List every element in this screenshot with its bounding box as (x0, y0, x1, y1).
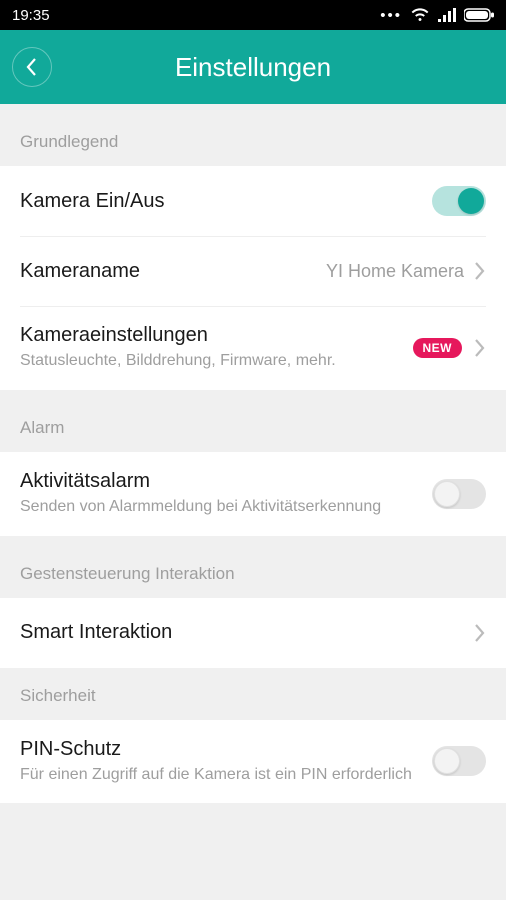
more-icon: ••• (380, 7, 402, 24)
app-header: Einstellungen (0, 30, 506, 104)
section-alarm: Aktivitätsalarm Senden von Alarmmeldung … (0, 452, 506, 536)
toggle-activity-alarm[interactable] (432, 479, 486, 509)
page-title: Einstellungen (0, 52, 506, 83)
content: Grundlegend Kamera Ein/Aus Kameraname YI… (0, 104, 506, 803)
row-sub: Statusleuchte, Bilddrehung, Firmware, me… (20, 351, 413, 372)
chevron-right-icon (474, 623, 486, 643)
chevron-right-icon (474, 261, 486, 281)
section-gesture: Smart Interaktion (0, 598, 506, 668)
chevron-right-icon (474, 338, 486, 358)
new-badge: NEW (413, 338, 463, 358)
row-title: Kameraname (20, 260, 326, 283)
row-smart-interaction[interactable]: Smart Interaktion (0, 598, 506, 668)
row-pin-protection[interactable]: PIN-Schutz Für einen Zugriff auf die Kam… (0, 720, 506, 804)
section-header-alarm: Alarm (0, 390, 506, 452)
toggle-camera-on-off[interactable] (432, 186, 486, 216)
battery-icon (464, 8, 494, 22)
chevron-left-icon (25, 57, 39, 77)
row-title: Smart Interaktion (20, 621, 474, 644)
section-security: PIN-Schutz Für einen Zugriff auf die Kam… (0, 720, 506, 804)
row-title: Kamera Ein/Aus (20, 190, 432, 213)
row-camera-on-off[interactable]: Kamera Ein/Aus (0, 166, 506, 236)
status-time: 19:35 (12, 7, 50, 24)
section-header-security: Sicherheit (0, 668, 506, 720)
row-title: Aktivitätsalarm (20, 470, 432, 493)
status-bar: 19:35 ••• (0, 0, 506, 30)
row-sub: Senden von Alarmmeldung bei Aktivitätser… (20, 497, 432, 518)
section-header-basic: Grundlegend (0, 104, 506, 166)
status-icons: ••• (380, 7, 494, 24)
row-sub: Für einen Zugriff auf die Kamera ist ein… (20, 765, 432, 786)
row-title: Kameraeinstellungen (20, 324, 413, 347)
section-header-gesture: Gestensteuerung Interaktion (0, 536, 506, 598)
row-title: PIN-Schutz (20, 738, 432, 761)
toggle-pin-protection[interactable] (432, 746, 486, 776)
row-activity-alarm[interactable]: Aktivitätsalarm Senden von Alarmmeldung … (0, 452, 506, 536)
section-basic: Kamera Ein/Aus Kameraname YI Home Kamera… (0, 166, 506, 390)
row-value: YI Home Kamera (326, 261, 464, 282)
row-camera-name[interactable]: Kameraname YI Home Kamera (0, 236, 506, 306)
back-button[interactable] (12, 47, 52, 87)
wifi-icon (410, 7, 430, 23)
row-camera-settings[interactable]: Kameraeinstellungen Statusleuchte, Bildd… (0, 306, 506, 390)
signal-icon (438, 8, 456, 22)
